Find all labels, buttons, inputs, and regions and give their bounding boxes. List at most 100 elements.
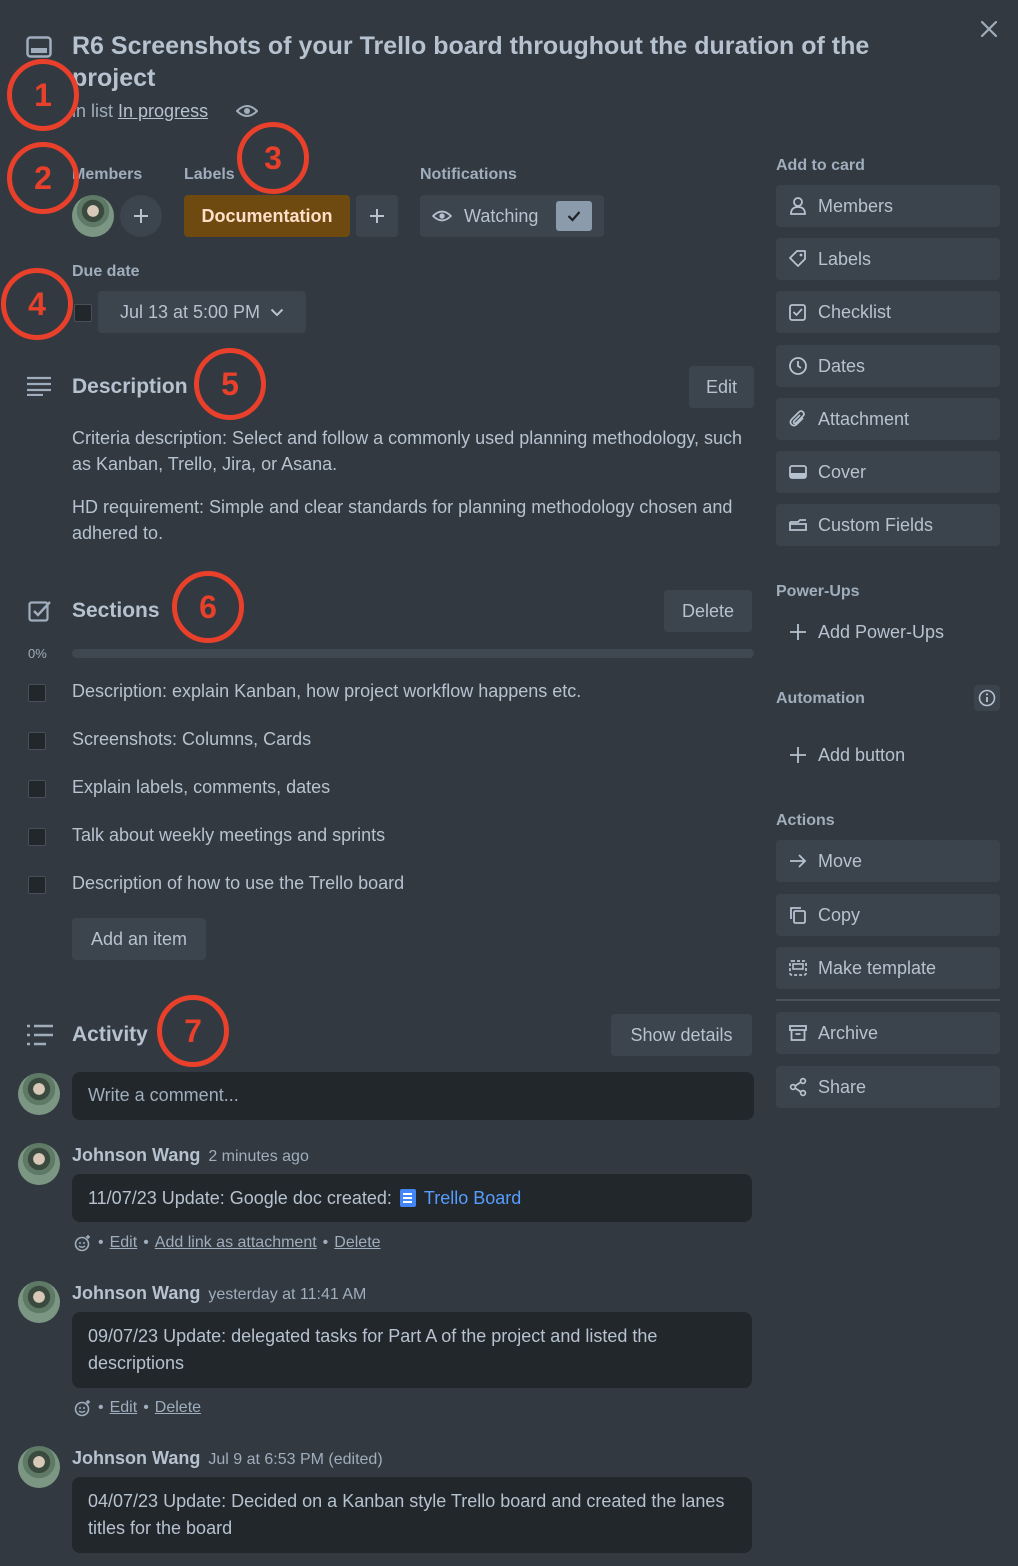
checklist-item[interactable]: Talk about weekly meetings and sprints bbox=[72, 825, 385, 846]
comment-actions: • Edit • Delete bbox=[74, 1399, 201, 1417]
share-icon bbox=[789, 1077, 807, 1097]
add-button-button[interactable]: Add button bbox=[776, 734, 1000, 776]
delete-comment-link[interactable]: Delete bbox=[334, 1234, 380, 1252]
plus-icon bbox=[790, 624, 806, 640]
avatar bbox=[18, 1073, 60, 1115]
share-label: Share bbox=[818, 1076, 867, 1097]
sidebar-custom-fields-label: Custom Fields bbox=[818, 514, 934, 535]
show-details-button[interactable]: Show details bbox=[611, 1014, 752, 1056]
comment-time[interactable]: 2 minutes ago bbox=[208, 1148, 309, 1165]
share-button[interactable]: Share bbox=[776, 1066, 1000, 1108]
checklist-item[interactable]: Description of how to use the Trello boa… bbox=[72, 873, 404, 894]
archive-button[interactable]: Archive bbox=[776, 1012, 1000, 1054]
activity-title: Activity bbox=[72, 1023, 148, 1046]
plus-icon bbox=[134, 209, 148, 223]
info-icon[interactable] bbox=[974, 685, 1000, 711]
sidebar-custom-fields-button[interactable]: Custom Fields bbox=[776, 504, 1000, 546]
due-date-checkbox[interactable] bbox=[74, 304, 92, 322]
copy-button[interactable]: Copy bbox=[776, 894, 1000, 936]
checklist-item-checkbox[interactable] bbox=[28, 732, 46, 750]
move-button[interactable]: Move bbox=[776, 840, 1000, 882]
custom-fields-icon bbox=[789, 519, 807, 531]
sidebar-members-button[interactable]: Members bbox=[776, 185, 1000, 227]
make-template-button[interactable]: Make template bbox=[776, 947, 1000, 989]
comment-time[interactable]: yesterday at 11:41 AM bbox=[208, 1286, 366, 1303]
description-text-1[interactable]: Criteria description: Select and follow … bbox=[72, 425, 762, 477]
labels-label: Labels bbox=[184, 166, 235, 183]
sidebar-labels-button[interactable]: Labels bbox=[776, 238, 1000, 280]
avatar bbox=[18, 1143, 60, 1185]
description-text-2[interactable]: HD requirement: Simple and clear standar… bbox=[72, 494, 762, 546]
check-icon bbox=[556, 201, 593, 231]
checklist-title: Sections bbox=[72, 599, 160, 622]
add-label-button[interactable] bbox=[356, 195, 398, 237]
copy-label: Copy bbox=[818, 904, 861, 925]
add-member-button[interactable] bbox=[120, 195, 162, 237]
sidebar-cover-label: Cover bbox=[818, 461, 867, 482]
comment-author[interactable]: Johnson Wang bbox=[72, 1448, 200, 1468]
comment-time[interactable]: Jul 9 at 6:53 PM (edited) bbox=[208, 1451, 382, 1468]
chevron-down-icon bbox=[270, 308, 284, 316]
annotation-marker-7: 7 bbox=[157, 995, 229, 1067]
sidebar-checklist-button[interactable]: Checklist bbox=[776, 291, 1000, 333]
add-link-attachment-link[interactable]: Add link as attachment bbox=[155, 1234, 317, 1252]
arrow-right-icon bbox=[790, 854, 807, 868]
checklist-progress-label: 0% bbox=[28, 646, 47, 661]
annotation-marker-6: 6 bbox=[172, 571, 244, 643]
checklist-progress-bar bbox=[72, 649, 754, 658]
checklist-item[interactable]: Screenshots: Columns, Cards bbox=[72, 729, 311, 750]
checklist-item-checkbox[interactable] bbox=[28, 780, 46, 798]
watching-label: Watching bbox=[464, 205, 539, 226]
checklist-item-checkbox[interactable] bbox=[28, 684, 46, 702]
card-title[interactable]: R6 Screenshots of your Trello board thro… bbox=[72, 30, 932, 94]
watching-button[interactable]: Watching bbox=[420, 195, 604, 237]
checklist-item[interactable]: Explain labels, comments, dates bbox=[72, 777, 330, 798]
comment-input[interactable]: Write a comment... bbox=[72, 1072, 754, 1120]
checklist-item-checkbox[interactable] bbox=[28, 828, 46, 846]
sidebar-labels-label: Labels bbox=[818, 248, 872, 269]
powerups-heading: Power-Ups bbox=[776, 583, 860, 600]
sidebar-attachment-label: Attachment bbox=[818, 408, 910, 429]
add-button-label: Add button bbox=[818, 744, 906, 765]
checklist-item-checkbox[interactable] bbox=[28, 876, 46, 894]
annotation-marker-2: 2 bbox=[7, 142, 79, 214]
activity-icon bbox=[26, 1024, 54, 1046]
delete-comment-link[interactable]: Delete bbox=[155, 1399, 201, 1417]
sidebar-cover-button[interactable]: Cover bbox=[776, 451, 1000, 493]
due-date-button[interactable]: Jul 13 at 5:00 PM bbox=[98, 291, 306, 333]
avatar bbox=[18, 1446, 60, 1488]
comment-author[interactable]: Johnson Wang bbox=[72, 1283, 200, 1303]
list-link[interactable]: In progress bbox=[118, 101, 208, 121]
sidebar-attachment-button[interactable]: Attachment bbox=[776, 398, 1000, 440]
annotation-marker-3: 3 bbox=[237, 122, 309, 194]
comment-author[interactable]: Johnson Wang bbox=[72, 1145, 200, 1165]
clock-icon bbox=[789, 357, 807, 375]
avatar[interactable] bbox=[72, 195, 114, 237]
comment-header: Johnson Wang yesterday at 11:41 AM bbox=[72, 1283, 366, 1304]
trello-board-link[interactable]: Trello Board bbox=[424, 1185, 521, 1212]
add-powerups-button[interactable]: Add Power-Ups bbox=[776, 611, 1000, 653]
checklist-icon bbox=[28, 599, 52, 623]
make-template-label: Make template bbox=[818, 957, 937, 978]
checklist-item[interactable]: Description: explain Kanban, how project… bbox=[72, 681, 581, 702]
actions-heading: Actions bbox=[776, 812, 835, 829]
label-chip-documentation[interactable]: Documentation bbox=[184, 195, 350, 237]
annotation-marker-5: 5 bbox=[194, 348, 266, 420]
avatar bbox=[18, 1281, 60, 1323]
comment-body: 04/07/23 Update: Decided on a Kanban sty… bbox=[72, 1477, 752, 1553]
delete-checklist-button[interactable]: Delete bbox=[664, 590, 752, 632]
notifications-label: Notifications bbox=[420, 166, 517, 183]
sidebar-dates-label: Dates bbox=[818, 355, 866, 376]
archive-label: Archive bbox=[818, 1022, 879, 1043]
edit-comment-link[interactable]: Edit bbox=[110, 1234, 138, 1252]
due-date-value: Jul 13 at 5:00 PM bbox=[119, 301, 261, 322]
person-icon bbox=[790, 197, 806, 215]
annotation-marker-4: 4 bbox=[1, 268, 73, 340]
due-date-label: Due date bbox=[72, 263, 140, 280]
edit-comment-link[interactable]: Edit bbox=[110, 1399, 138, 1417]
add-item-button[interactable]: Add an item bbox=[72, 918, 206, 960]
sidebar-dates-button[interactable]: Dates bbox=[776, 345, 1000, 387]
edit-description-button[interactable]: Edit bbox=[689, 366, 754, 408]
close-icon[interactable] bbox=[974, 14, 1004, 44]
comment-header: Johnson Wang 2 minutes ago bbox=[72, 1145, 309, 1166]
